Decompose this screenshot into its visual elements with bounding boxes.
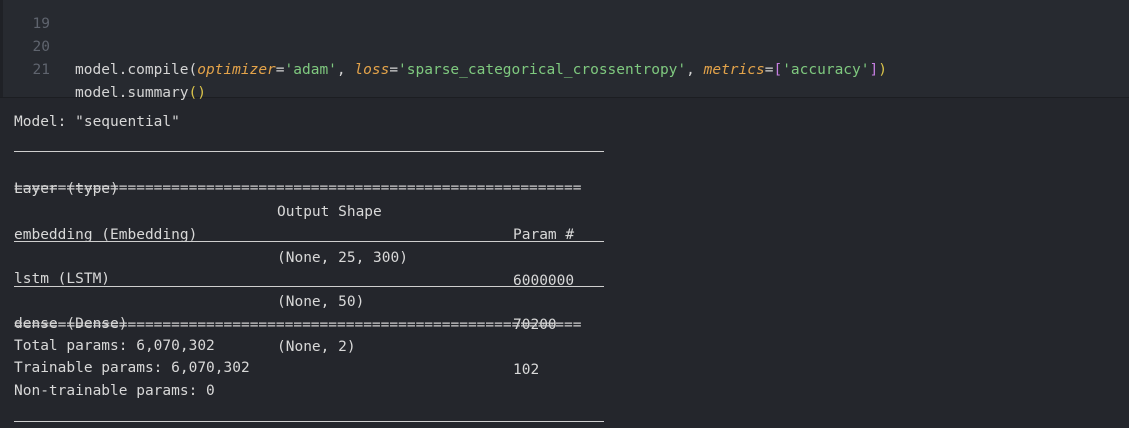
header-params: Param # bbox=[513, 227, 575, 243]
code-bracket: [ bbox=[773, 62, 783, 78]
code-separator: , bbox=[336, 62, 355, 78]
code-bracket: ] bbox=[869, 62, 879, 78]
code-param: metrics bbox=[703, 62, 765, 78]
code-text[interactable]: model.summary() bbox=[75, 82, 206, 105]
code-paren: ) bbox=[878, 62, 887, 78]
non-trainable-params: Non-trainable params: 0 bbox=[14, 383, 215, 399]
double-rule: ========================================… bbox=[14, 180, 582, 196]
code-line-19[interactable]: 19 bbox=[0, 0, 50, 32]
code-text[interactable]: model.compile(optimizer='adam', loss='sp… bbox=[75, 59, 887, 82]
code-object: model.compile( bbox=[75, 62, 198, 78]
code-param: optimizer bbox=[197, 62, 276, 78]
code-string: 'accuracy' bbox=[782, 62, 870, 78]
line-number: 21 bbox=[32, 62, 50, 78]
code-string: 'sparse_categorical_crossentropy' bbox=[398, 62, 687, 78]
code-separator: , bbox=[686, 62, 704, 78]
trainable-params: Trainable params: 6,070,302 bbox=[14, 360, 250, 376]
cell-layer: embedding (Embedding) bbox=[14, 227, 198, 243]
cell-params: 102 bbox=[513, 362, 540, 378]
table-row: dense (Dense) (None, 2) 102 bbox=[14, 290, 614, 378]
total-params: Total params: 6,070,302 bbox=[14, 338, 215, 354]
table-bottom-rule bbox=[14, 421, 604, 422]
table-top-rule bbox=[14, 151, 604, 152]
code-operator: = bbox=[389, 62, 399, 78]
double-rule: ========================================… bbox=[14, 317, 582, 333]
table-row: lstm (LSTM) (None, 50) 70200 bbox=[14, 245, 614, 333]
code-paren: () bbox=[188, 85, 206, 101]
table-row: embedding (Embedding) (None, 25, 300) 60… bbox=[14, 201, 614, 289]
model-name-line: Model: "sequential" bbox=[14, 114, 180, 130]
code-object: model.summary bbox=[75, 85, 189, 101]
cell-layer: lstm (LSTM) bbox=[14, 271, 111, 287]
code-line-20[interactable]: 20 model.compile(optimizer='adam', loss=… bbox=[0, 13, 887, 78]
code-cell[interactable]: 19 20 model.compile(optimizer='adam', lo… bbox=[0, 0, 1129, 101]
row-rule bbox=[14, 241, 604, 242]
table-header-row: Layer (type) Output Shape Param # bbox=[14, 155, 614, 243]
code-line-21[interactable]: 21 model.summary() bbox=[0, 36, 206, 101]
row-rule bbox=[14, 286, 604, 287]
cell-shape: (None, 2) bbox=[277, 339, 356, 355]
code-operator: = bbox=[275, 62, 285, 78]
code-string: 'adam' bbox=[284, 62, 337, 78]
code-param: loss bbox=[354, 62, 390, 78]
